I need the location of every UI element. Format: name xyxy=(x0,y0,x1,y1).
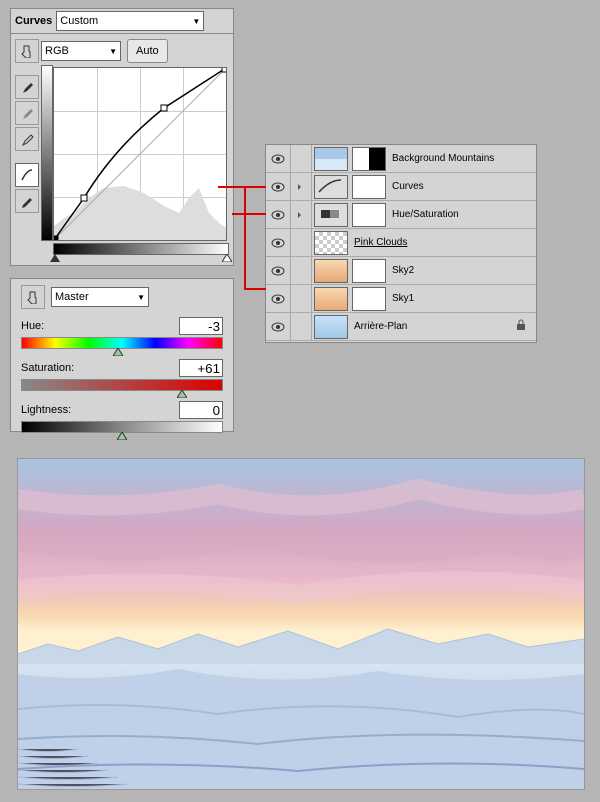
input-gradient xyxy=(53,243,229,255)
hue-saturation-panel: Master ▼ Hue: Saturation: Lightness: xyxy=(10,278,234,432)
layer-thumbnail[interactable] xyxy=(314,259,348,283)
visibility-eye-icon[interactable] xyxy=(266,285,291,312)
layer-row[interactable]: Arrière-Plan xyxy=(266,313,536,341)
layers-panel: Background Mountains Curves Hue/Saturation… xyxy=(265,144,537,343)
layer-row[interactable]: Curves xyxy=(266,173,536,201)
chevron-down-icon: ▼ xyxy=(192,17,200,26)
slider-handle[interactable] xyxy=(177,390,187,398)
clip-indicator-icon xyxy=(291,201,312,228)
layer-thumbnail[interactable] xyxy=(314,203,348,227)
curves-panel: Curves Custom ▼ RGB ▼ Auto xyxy=(10,8,234,266)
layer-row[interactable]: Background Mountains xyxy=(266,145,536,173)
layer-thumbnail[interactable] xyxy=(314,315,348,339)
lightness-slider[interactable] xyxy=(21,421,223,433)
hue-label: Hue: xyxy=(21,320,44,332)
hue-slider[interactable] xyxy=(21,337,223,349)
layer-name-label[interactable]: Background Mountains xyxy=(392,153,494,164)
eyedropper-black-icon[interactable] xyxy=(15,75,39,99)
finger-tool-icon[interactable] xyxy=(15,39,39,63)
pencil-tool-icon[interactable] xyxy=(15,189,39,213)
layer-row[interactable]: Hue/Saturation xyxy=(266,201,536,229)
curves-toolbar xyxy=(15,39,37,215)
saturation-slider[interactable] xyxy=(21,379,223,391)
layer-mask-thumbnail[interactable] xyxy=(352,203,386,227)
chevron-down-icon: ▼ xyxy=(109,47,117,56)
curves-title: Curves xyxy=(15,15,52,27)
lock-icon xyxy=(516,319,526,334)
connector-line xyxy=(218,186,266,188)
layer-thumbnail[interactable] xyxy=(314,147,348,171)
visibility-eye-icon[interactable] xyxy=(266,145,291,172)
layer-name-label[interactable]: Sky2 xyxy=(392,265,414,276)
layer-mask-thumbnail[interactable] xyxy=(352,259,386,283)
layer-thumbnail[interactable] xyxy=(314,175,348,199)
layer-thumbnail[interactable] xyxy=(314,287,348,311)
layer-row[interactable]: Sky2 xyxy=(266,257,536,285)
clip-indicator-icon xyxy=(291,173,312,200)
hue-input[interactable] xyxy=(179,317,223,335)
layer-mask-thumbnail[interactable] xyxy=(352,287,386,311)
layer-row[interactable]: Pink Clouds xyxy=(266,229,536,257)
slider-handle[interactable] xyxy=(113,348,123,356)
curves-tab: Curves Custom ▼ xyxy=(11,9,233,34)
visibility-eye-icon[interactable] xyxy=(266,173,291,200)
layer-name-label[interactable]: Curves xyxy=(392,181,424,192)
visibility-eye-icon[interactable] xyxy=(266,257,291,284)
lightness-label: Lightness: xyxy=(21,404,71,416)
layer-mask-thumbnail[interactable] xyxy=(352,175,386,199)
connector-line xyxy=(244,288,266,290)
channel-dropdown[interactable]: RGB ▼ xyxy=(41,41,121,61)
connector-line xyxy=(244,186,246,290)
layer-name-label[interactable]: Hue/Saturation xyxy=(392,209,459,220)
result-preview xyxy=(17,458,585,790)
curves-controls: RGB ▼ Auto xyxy=(41,39,227,63)
layer-name-label[interactable]: Arrière-Plan xyxy=(354,321,407,332)
visibility-eye-icon[interactable] xyxy=(266,201,291,228)
curves-preset-dropdown[interactable]: Custom ▼ xyxy=(56,11,204,31)
curve-tool-icon[interactable] xyxy=(15,163,39,187)
visibility-eye-icon[interactable] xyxy=(266,313,291,340)
layer-row[interactable]: Sky1 xyxy=(266,285,536,313)
slider-handle[interactable] xyxy=(117,432,127,440)
curves-body: RGB ▼ Auto xyxy=(41,39,227,241)
saturation-label: Saturation: xyxy=(21,362,74,374)
channel-value: RGB xyxy=(45,45,69,57)
layer-name-label[interactable]: Pink Clouds xyxy=(354,237,407,248)
lightness-slider-row: Lightness: xyxy=(21,401,223,433)
output-gradient xyxy=(41,65,53,241)
eyedropper-white-icon[interactable] xyxy=(15,127,39,151)
eyedropper-gray-icon[interactable] xyxy=(15,101,39,125)
preset-value: Custom xyxy=(60,15,98,27)
finger-tool-icon[interactable] xyxy=(21,285,45,309)
hue-slider-row: Hue: xyxy=(21,317,223,349)
hue-channel-value: Master xyxy=(55,291,89,303)
lightness-input[interactable] xyxy=(179,401,223,419)
layer-name-label[interactable]: Sky1 xyxy=(392,293,414,304)
saturation-input[interactable] xyxy=(179,359,223,377)
connector-line xyxy=(232,213,266,215)
curve-graph[interactable] xyxy=(53,67,227,241)
hue-channel-dropdown[interactable]: Master ▼ xyxy=(51,287,149,307)
visibility-eye-icon[interactable] xyxy=(266,229,291,256)
auto-button[interactable]: Auto xyxy=(127,39,168,63)
layer-mask-thumbnail[interactable] xyxy=(352,147,386,171)
chevron-down-icon: ▼ xyxy=(137,293,145,302)
saturation-slider-row: Saturation: xyxy=(21,359,223,391)
layer-thumbnail[interactable] xyxy=(314,231,348,255)
